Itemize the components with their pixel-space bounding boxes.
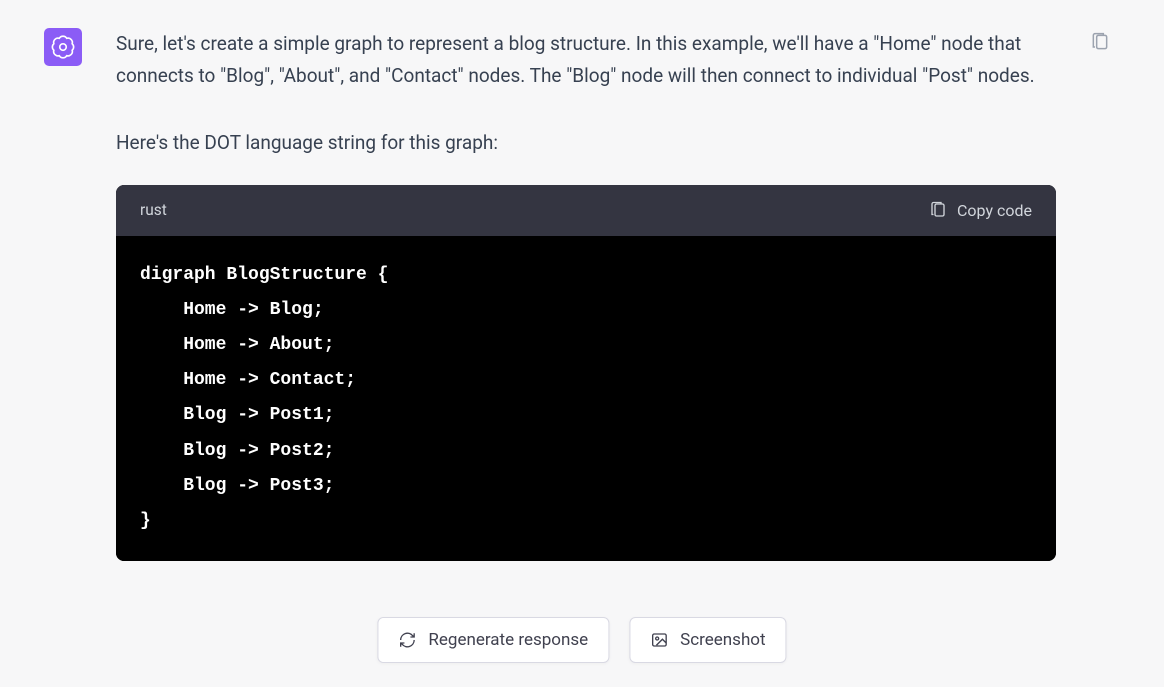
- message-actions: [1090, 28, 1120, 561]
- code-block-header: rust Copy code: [116, 185, 1056, 236]
- refresh-icon: [398, 631, 416, 649]
- message-paragraph: Sure, let's create a simple graph to rep…: [116, 28, 1056, 93]
- code-block: rust Copy code digraph BlogStructure { H…: [116, 185, 1056, 561]
- copy-message-button[interactable]: [1090, 32, 1120, 56]
- assistant-message-row: Sure, let's create a simple graph to rep…: [0, 0, 1164, 561]
- copy-code-label: Copy code: [957, 197, 1032, 224]
- screenshot-label: Screenshot: [680, 630, 765, 650]
- regenerate-label: Regenerate response: [428, 630, 588, 650]
- message-paragraph: Here's the DOT language string for this …: [116, 127, 1056, 159]
- assistant-avatar: [44, 28, 82, 66]
- regenerate-button[interactable]: Regenerate response: [377, 617, 609, 663]
- code-language-label: rust: [140, 197, 167, 223]
- clipboard-icon: [929, 201, 947, 219]
- openai-logo-icon: [50, 34, 76, 60]
- clipboard-icon: [1090, 32, 1110, 52]
- copy-code-button[interactable]: Copy code: [929, 197, 1032, 224]
- code-content[interactable]: digraph BlogStructure { Home -> Blog; Ho…: [116, 236, 1056, 561]
- screenshot-button[interactable]: Screenshot: [629, 617, 786, 663]
- bottom-action-bar: Regenerate response Screenshot: [377, 617, 786, 663]
- message-content: Sure, let's create a simple graph to rep…: [116, 28, 1056, 561]
- image-icon: [650, 631, 668, 649]
